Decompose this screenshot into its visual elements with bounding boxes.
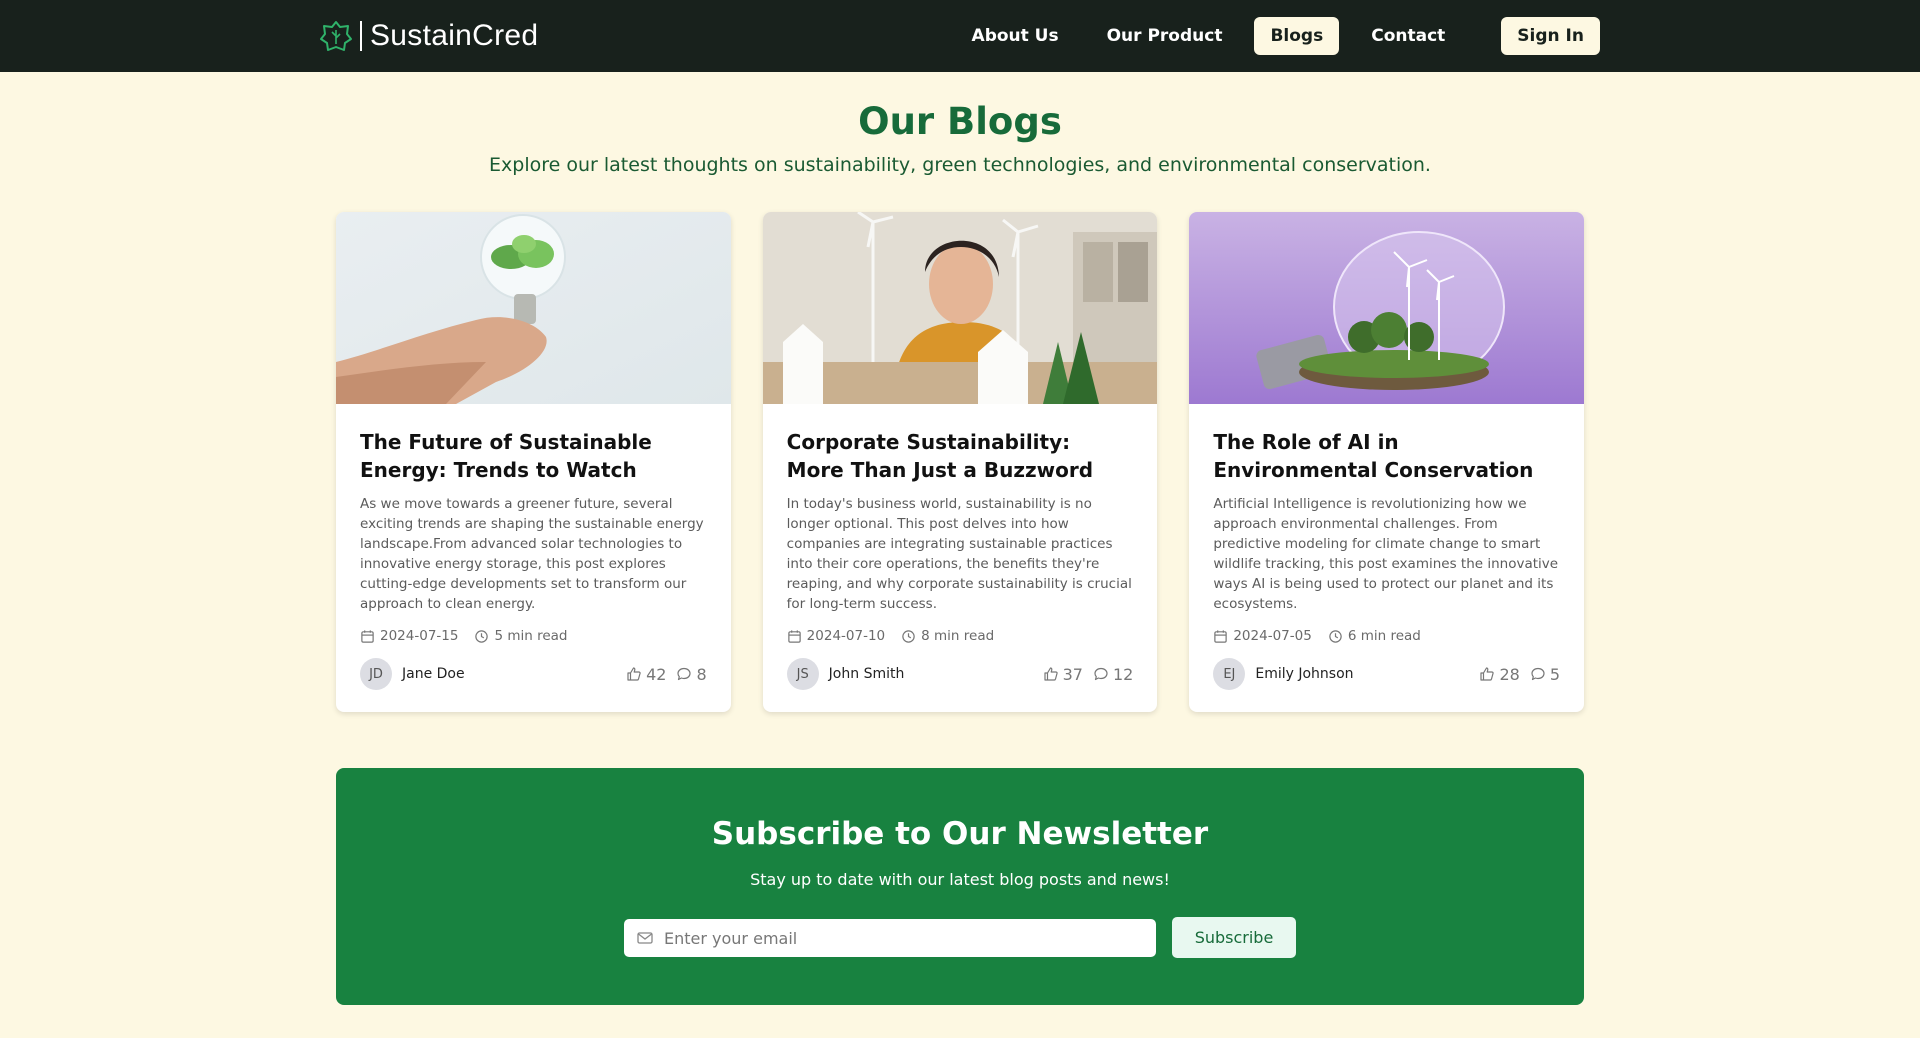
like-button[interactable]: 42 xyxy=(626,665,666,684)
comment-button[interactable]: 8 xyxy=(676,665,707,684)
brand-logo[interactable]: SustainCred xyxy=(318,16,538,56)
post-author: EJ Emily Johnson xyxy=(1213,658,1354,690)
top-navbar: SustainCred About Us Our Product Blogs C… xyxy=(0,0,1920,72)
blog-card-grid: The Future of Sustainable Energy: Trends… xyxy=(336,212,1585,712)
newsletter-form: Subscribe xyxy=(624,917,1296,959)
sign-in-button[interactable]: Sign In xyxy=(1501,17,1600,55)
comment-icon xyxy=(1094,667,1108,681)
brand-name: SustainCred xyxy=(370,19,539,52)
clock-icon xyxy=(475,629,489,643)
comment-button[interactable]: 12 xyxy=(1093,665,1133,684)
nav-about-us[interactable]: About Us xyxy=(956,17,1075,55)
clock-icon xyxy=(1329,629,1342,643)
post-excerpt: As we move towards a greener future, sev… xyxy=(360,496,704,612)
mail-icon xyxy=(637,932,653,944)
post-title[interactable]: Corporate Sustainability: More Than Just… xyxy=(787,428,1134,484)
avatar: EJ xyxy=(1213,658,1246,690)
thumbs-up-icon xyxy=(1480,667,1495,681)
post-author: JD Jane Doe xyxy=(360,658,465,690)
post-date: 2024-07-10 xyxy=(787,628,885,644)
newsletter-subtitle: Stay up to date with our latest blog pos… xyxy=(750,870,1170,889)
comment-button[interactable]: 5 xyxy=(1530,665,1560,684)
email-input[interactable] xyxy=(664,928,1134,948)
post-author: JS John Smith xyxy=(786,658,905,690)
blog-card[interactable]: The Future of Sustainable Energy: Trends… xyxy=(336,212,731,712)
nav-our-product[interactable]: Our Product xyxy=(1091,17,1239,55)
comment-icon xyxy=(677,667,692,681)
page-subtitle: Explore our latest thoughts on sustainab… xyxy=(489,154,1431,176)
post-read-time: 6 min read xyxy=(1328,628,1421,644)
comment-icon xyxy=(1531,667,1545,681)
post-excerpt: Artificial Intelligence is revolutionizi… xyxy=(1213,496,1559,612)
blog-card[interactable]: The Role of AI in Environmental Conserva… xyxy=(1189,212,1585,712)
newsletter-title: Subscribe to Our Newsletter xyxy=(711,816,1209,852)
post-read-time: 5 min read xyxy=(474,628,568,644)
author-name: John Smith xyxy=(828,666,905,682)
logo-divider xyxy=(360,21,362,51)
thumbs-up-icon xyxy=(1044,667,1058,681)
page-title: Our Blogs xyxy=(858,100,1062,143)
avatar: JD xyxy=(360,658,392,690)
nav-blogs[interactable]: Blogs xyxy=(1254,17,1340,55)
calendar-icon xyxy=(787,629,801,643)
leaf-shield-icon xyxy=(320,21,352,51)
subscribe-button[interactable]: Subscribe xyxy=(1172,917,1296,958)
author-name: Jane Doe xyxy=(402,666,465,682)
like-button[interactable]: 37 xyxy=(1043,665,1083,684)
avatar: JS xyxy=(786,658,819,690)
post-date: 2024-07-05 xyxy=(1213,628,1312,644)
post-image-woman-turbines xyxy=(762,212,1158,404)
post-excerpt: In today's business world, sustainabilit… xyxy=(786,496,1132,612)
author-name: Emily Johnson xyxy=(1255,666,1354,682)
post-title[interactable]: The Role of AI in Environmental Conserva… xyxy=(1213,428,1560,484)
post-image-bulb-turbines xyxy=(1189,212,1585,404)
newsletter-section: Subscribe to Our Newsletter Stay up to d… xyxy=(336,768,1584,1005)
nav-contact[interactable]: Contact xyxy=(1355,17,1461,55)
thumbs-up-icon xyxy=(627,667,641,681)
post-date: 2024-07-15 xyxy=(360,628,458,644)
calendar-icon xyxy=(1214,629,1228,643)
post-read-time: 8 min read xyxy=(901,628,994,644)
email-field[interactable] xyxy=(624,919,1156,957)
calendar-icon xyxy=(361,629,374,643)
post-image-plant-bulb xyxy=(336,212,731,404)
post-title[interactable]: The Future of Sustainable Energy: Trends… xyxy=(360,428,707,484)
like-button[interactable]: 28 xyxy=(1479,665,1520,684)
blog-card[interactable]: Corporate Sustainability: More Than Just… xyxy=(762,212,1158,712)
clock-icon xyxy=(902,629,915,643)
